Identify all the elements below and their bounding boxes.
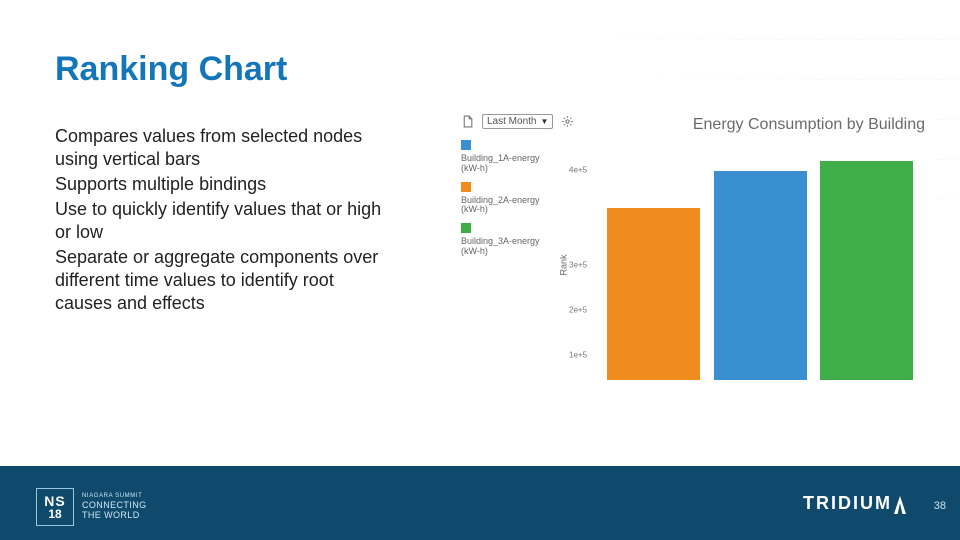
legend-label: Building_1A-energy bbox=[461, 153, 540, 163]
bar-building-1a bbox=[714, 171, 807, 380]
body-paragraph: Supports multiple bindings bbox=[55, 173, 395, 196]
ns18-badge-top: NS bbox=[44, 494, 65, 508]
chart-widget: Last Month ▼ Energy Consumption by Build… bbox=[455, 110, 935, 390]
chart-legend: Building_1A-energy (kW-h) Building_2A-en… bbox=[461, 140, 540, 265]
ns18-line2: THE WORLD bbox=[82, 510, 147, 520]
tridium-text: TRIDIUM bbox=[803, 493, 892, 514]
widget-toolbar: Last Month ▼ bbox=[461, 114, 574, 129]
slide-footer: NS 18 NIAGARA SUMMIT CONNECTING THE WORL… bbox=[0, 466, 960, 540]
legend-swatch bbox=[461, 140, 471, 150]
gear-icon[interactable] bbox=[561, 115, 574, 128]
slide: Ranking Chart Compares values from selec… bbox=[0, 0, 960, 540]
body-paragraph: Separate or aggregate components over di… bbox=[55, 246, 395, 315]
y-tick: 1e+5 bbox=[569, 351, 587, 360]
y-tick: 2e+5 bbox=[569, 306, 587, 315]
legend-swatch bbox=[461, 223, 471, 233]
legend-label: Building_2A-energy bbox=[461, 195, 540, 205]
legend-item: Building_2A-energy (kW-h) bbox=[461, 182, 540, 216]
ns18-logo: NS 18 NIAGARA SUMMIT CONNECTING THE WORL… bbox=[36, 488, 147, 526]
time-range-select[interactable]: Last Month ▼ bbox=[482, 114, 553, 129]
y-tick: 4e+5 bbox=[569, 166, 587, 175]
ns18-line1: CONNECTING bbox=[82, 500, 147, 510]
chart-plot: Rank 4e+5 3e+5 2e+5 1e+5 bbox=[575, 140, 935, 390]
body-paragraph: Use to quickly identify values that or h… bbox=[55, 198, 395, 244]
y-tick: 3e+5 bbox=[569, 261, 587, 270]
legend-item: Building_3A-energy (kW-h) bbox=[461, 223, 540, 257]
ns18-badge-bottom: 18 bbox=[48, 508, 61, 520]
body-text: Compares values from selected nodes usin… bbox=[55, 125, 395, 317]
legend-label: (kW-h) bbox=[461, 204, 488, 214]
body-paragraph: Compares values from selected nodes usin… bbox=[55, 125, 395, 171]
page-title: Ranking Chart bbox=[55, 50, 287, 89]
chevron-down-icon: ▼ bbox=[540, 117, 548, 126]
bar-building-2a bbox=[607, 208, 700, 380]
legend-label: Building_3A-energy bbox=[461, 236, 540, 246]
ns18-subtitle: NIAGARA SUMMIT bbox=[82, 493, 147, 500]
legend-label: (kW-h) bbox=[461, 163, 488, 173]
tridium-logo: TRIDIUM bbox=[803, 493, 906, 514]
tridium-mark-icon bbox=[894, 496, 906, 514]
chart-title: Energy Consumption by Building bbox=[693, 116, 925, 134]
legend-swatch bbox=[461, 182, 471, 192]
ns18-badge: NS 18 bbox=[36, 488, 74, 526]
time-range-label: Last Month bbox=[487, 116, 536, 127]
document-icon[interactable] bbox=[461, 115, 474, 128]
plot-area bbox=[597, 145, 930, 380]
ns18-text: NIAGARA SUMMIT CONNECTING THE WORLD bbox=[82, 493, 147, 521]
y-axis-label: Rank bbox=[559, 254, 569, 275]
page-number: 38 bbox=[934, 500, 946, 512]
legend-label: (kW-h) bbox=[461, 246, 488, 256]
bar-building-3a bbox=[820, 161, 913, 380]
legend-item: Building_1A-energy (kW-h) bbox=[461, 140, 540, 174]
